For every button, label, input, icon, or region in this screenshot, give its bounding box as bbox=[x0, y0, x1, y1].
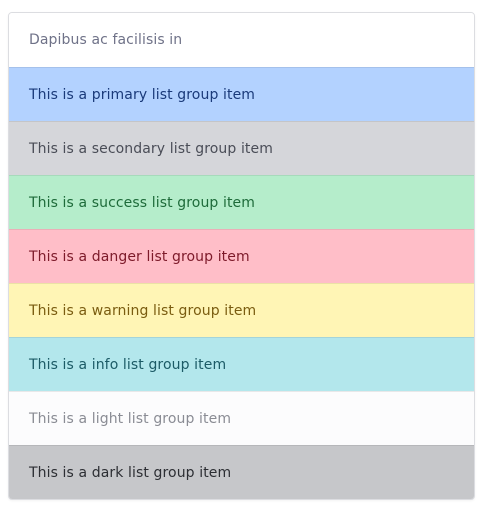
list-item-success[interactable]: This is a success list group item bbox=[9, 175, 474, 229]
list-item-danger[interactable]: This is a danger list group item bbox=[9, 229, 474, 283]
list-item-primary[interactable]: This is a primary list group item bbox=[9, 67, 474, 121]
list-group: Dapibus ac facilisis in This is a primar… bbox=[8, 12, 475, 500]
list-item-label: Dapibus ac facilisis in bbox=[29, 32, 183, 48]
list-item-label: This is a success list group item bbox=[29, 194, 255, 211]
list-item-label: This is a danger list group item bbox=[29, 248, 250, 265]
list-item-label: This is a warning list group item bbox=[29, 302, 257, 319]
list-item-label: This is a dark list group item bbox=[29, 464, 232, 481]
list-item-default[interactable]: Dapibus ac facilisis in bbox=[9, 13, 474, 67]
list-item-label: This is a info list group item bbox=[29, 356, 227, 373]
list-item-label: This is a light list group item bbox=[29, 410, 232, 427]
list-item-label: This is a primary list group item bbox=[29, 86, 256, 103]
list-item-label: This is a secondary list group item bbox=[29, 140, 273, 157]
list-item-info[interactable]: This is a info list group item bbox=[9, 337, 474, 391]
list-item-light[interactable]: This is a light list group item bbox=[9, 391, 474, 445]
list-item-dark[interactable]: This is a dark list group item bbox=[9, 445, 474, 499]
list-item-warning[interactable]: This is a warning list group item bbox=[9, 283, 474, 337]
list-item-secondary[interactable]: This is a secondary list group item bbox=[9, 121, 474, 175]
